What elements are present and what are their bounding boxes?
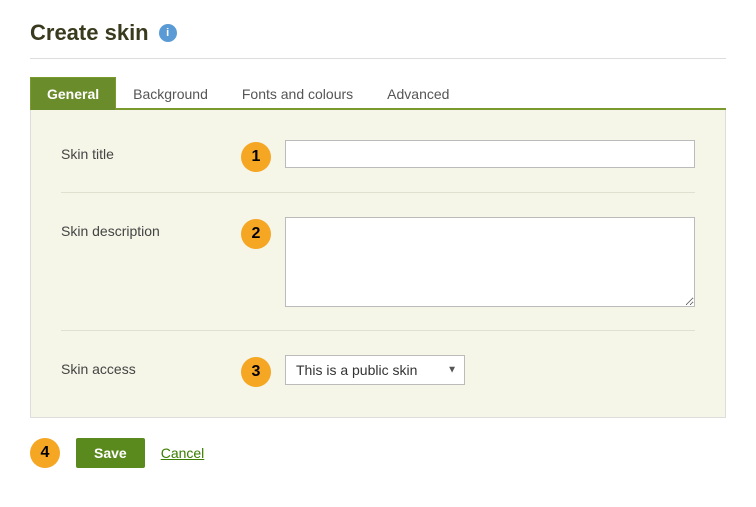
tab-general[interactable]: General bbox=[30, 77, 116, 110]
step-3-badge: 3 bbox=[241, 357, 271, 387]
tab-advanced[interactable]: Advanced bbox=[370, 77, 466, 110]
skin-title-control bbox=[285, 140, 695, 168]
skin-access-select-wrap: This is a public skin This is a private … bbox=[285, 355, 465, 385]
skin-description-control bbox=[285, 217, 695, 310]
skin-access-select[interactable]: This is a public skin This is a private … bbox=[285, 355, 465, 385]
skin-description-textarea[interactable] bbox=[285, 217, 695, 307]
step-2-badge: 2 bbox=[241, 219, 271, 249]
tab-background[interactable]: Background bbox=[116, 77, 225, 110]
skin-title-label: Skin title bbox=[61, 140, 241, 162]
tab-bar: General Background Fonts and colours Adv… bbox=[30, 77, 726, 110]
step-1-badge: 1 bbox=[241, 142, 271, 172]
skin-description-row: Skin description 2 bbox=[61, 217, 695, 331]
skin-description-label: Skin description bbox=[61, 217, 241, 239]
skin-access-label: Skin access bbox=[61, 355, 241, 377]
form-actions: 4 Save Cancel bbox=[30, 438, 726, 468]
cancel-button[interactable]: Cancel bbox=[161, 445, 205, 461]
save-button[interactable]: Save bbox=[76, 438, 145, 468]
skin-title-input[interactable] bbox=[285, 140, 695, 168]
info-icon[interactable]: i bbox=[159, 24, 177, 42]
page-header: Create skin i bbox=[30, 20, 726, 59]
page-title: Create skin bbox=[30, 20, 149, 46]
step-4-badge: 4 bbox=[30, 438, 60, 468]
skin-access-control: This is a public skin This is a private … bbox=[285, 355, 695, 385]
form-area: Skin title 1 Skin description 2 Skin acc… bbox=[30, 110, 726, 418]
skin-access-row: Skin access 3 This is a public skin This… bbox=[61, 355, 695, 387]
tab-fonts-colours[interactable]: Fonts and colours bbox=[225, 77, 370, 110]
skin-title-row: Skin title 1 bbox=[61, 140, 695, 193]
